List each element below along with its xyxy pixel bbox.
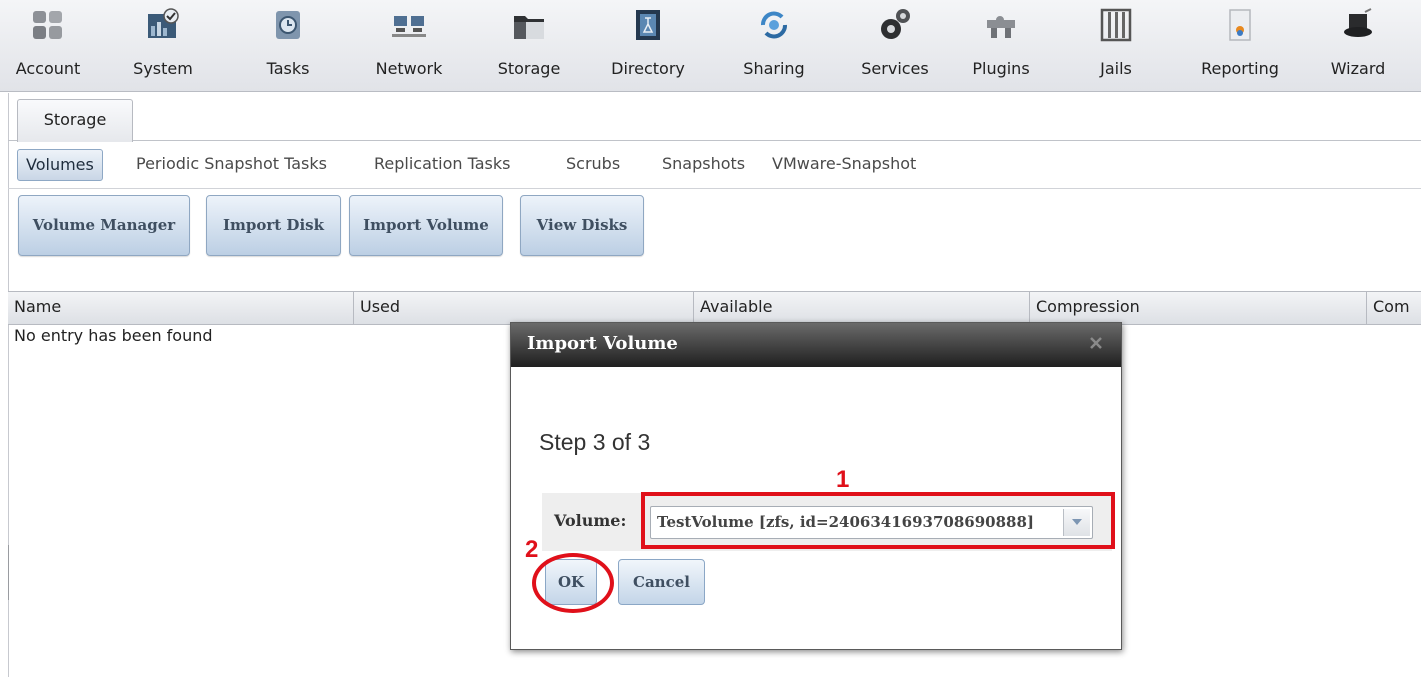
- column-compression[interactable]: Compression: [1029, 292, 1366, 324]
- nav-directory[interactable]: Directory: [603, 2, 693, 90]
- volume-manager-button[interactable]: Volume Manager: [18, 195, 190, 256]
- nav-network[interactable]: Network: [364, 2, 454, 90]
- nav-reporting[interactable]: Reporting: [1195, 2, 1285, 90]
- dialog-step-indicator: Step 3 of 3: [539, 429, 651, 455]
- subtab-vmware-snapshot[interactable]: VMware-Snapshot: [764, 149, 924, 181]
- users-icon: [33, 11, 62, 39]
- nav-directory-label: Directory: [611, 59, 685, 78]
- close-icon[interactable]: [1087, 334, 1105, 352]
- puzzle-icon: [987, 16, 1015, 38]
- folder-icon: [514, 16, 544, 39]
- import-disk-button[interactable]: Import Disk: [206, 195, 341, 256]
- nav-sharing-label: Sharing: [743, 59, 805, 78]
- volume-field-label: Volume:: [554, 511, 627, 530]
- nav-account-label: Account: [15, 59, 81, 78]
- dialog-title: Import Volume: [527, 333, 678, 354]
- nav-plugins[interactable]: Plugins: [956, 2, 1046, 90]
- annotation-label-2: 2: [525, 536, 539, 563]
- column-available[interactable]: Available: [693, 292, 1029, 324]
- gears-icon: [881, 9, 910, 39]
- annotation-label-1: 1: [836, 466, 850, 493]
- nav-jails-label: Jails: [1100, 59, 1132, 78]
- subtab-scrubs[interactable]: Scrubs: [558, 149, 628, 181]
- nav-reporting-label: Reporting: [1201, 59, 1279, 78]
- nav-tasks[interactable]: Tasks: [243, 2, 333, 90]
- tab-storage[interactable]: Storage: [17, 99, 133, 142]
- column-compression-ratio[interactable]: Com: [1366, 292, 1421, 324]
- annotation-highlight-circle-2: [532, 553, 614, 613]
- column-used[interactable]: Used: [353, 292, 693, 324]
- nav-network-label: Network: [375, 59, 443, 78]
- storage-subtabs: Volumes Periodic Snapshot Tasks Replicat…: [8, 141, 1421, 189]
- subtab-periodic-snapshot-tasks[interactable]: Periodic Snapshot Tasks: [128, 149, 335, 181]
- nav-services-label: Services: [861, 59, 929, 78]
- top-navigation-bar: Account System Tasks Network Storage Dir…: [0, 0, 1421, 92]
- calendar-clock-icon: [276, 11, 300, 39]
- left-panel-splitter[interactable]: [8, 545, 9, 600]
- sharing-icon: [761, 11, 787, 39]
- annotation-highlight-box-1: [641, 492, 1115, 549]
- column-name[interactable]: Name: [8, 292, 353, 324]
- system-monitor-icon: [148, 8, 179, 38]
- dialog-titlebar[interactable]: Import Volume: [511, 323, 1121, 367]
- nav-tasks-label: Tasks: [266, 59, 310, 78]
- storage-action-bar: Volume Manager Import Disk Import Volume…: [8, 190, 1421, 290]
- subtab-snapshots[interactable]: Snapshots: [654, 149, 753, 181]
- nav-wizard[interactable]: Wizard: [1313, 2, 1403, 90]
- nav-sharing[interactable]: Sharing: [729, 2, 819, 90]
- nav-storage-label: Storage: [497, 59, 561, 78]
- import-volume-button[interactable]: Import Volume: [349, 195, 503, 256]
- nav-account[interactable]: Account: [3, 2, 93, 90]
- nav-wizard-label: Wizard: [1330, 59, 1386, 78]
- network-icon: [392, 16, 426, 37]
- volumes-table-header: Name Used Available Compression Com: [8, 291, 1421, 325]
- subtab-replication-tasks[interactable]: Replication Tasks: [366, 149, 519, 181]
- nav-plugins-label: Plugins: [972, 59, 1030, 78]
- empty-table-message: No entry has been found: [14, 326, 213, 345]
- cancel-button[interactable]: Cancel: [618, 559, 705, 605]
- storage-tab-bar: Storage: [8, 95, 1421, 142]
- nav-jails[interactable]: Jails: [1071, 2, 1161, 90]
- nav-storage[interactable]: Storage: [484, 2, 574, 90]
- nav-system-label: System: [133, 59, 193, 78]
- nav-system[interactable]: System: [118, 2, 208, 90]
- report-icon: [1229, 9, 1251, 41]
- wizard-hat-icon: [1344, 8, 1372, 37]
- jail-bars-icon: [1100, 8, 1132, 42]
- subtab-volumes[interactable]: Volumes: [17, 149, 103, 181]
- view-disks-button[interactable]: View Disks: [520, 195, 644, 256]
- directory-book-icon: [636, 10, 660, 40]
- nav-services[interactable]: Services: [850, 2, 940, 90]
